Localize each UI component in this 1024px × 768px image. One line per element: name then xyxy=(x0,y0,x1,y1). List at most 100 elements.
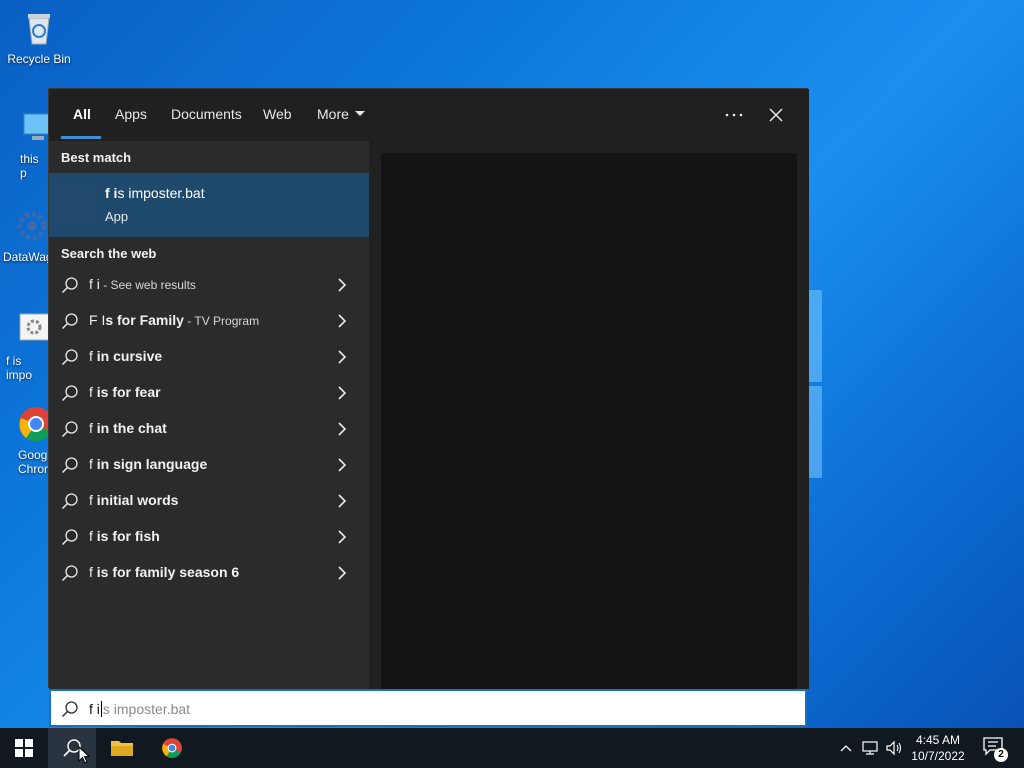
mouse-pointer-icon xyxy=(78,746,90,764)
clock-date: 10/7/2022 xyxy=(911,749,965,763)
chevron-right-icon xyxy=(338,350,347,364)
preview-area xyxy=(381,153,797,689)
text-cursor xyxy=(100,701,102,717)
recycle-bin-icon xyxy=(19,8,59,48)
chevron-right-icon xyxy=(338,494,347,508)
chevron-right-icon xyxy=(338,386,347,400)
close-icon xyxy=(769,108,783,122)
chevron-right-icon xyxy=(338,458,347,472)
chevron-right-icon xyxy=(338,566,347,580)
network-icon xyxy=(862,741,878,755)
network-button[interactable] xyxy=(860,738,880,758)
chevron-right-icon xyxy=(338,422,347,436)
desktop-icon-recycle-bin[interactable]: Recycle Bin xyxy=(1,8,77,66)
show-hidden-icons-button[interactable] xyxy=(836,738,856,758)
desktop-icon-label: Goog Chron xyxy=(18,448,48,476)
desktop-icon-label: DataWag xyxy=(3,250,48,264)
search-panel: All Apps Documents Web More Best match f… xyxy=(48,88,809,689)
search-icon xyxy=(61,277,78,294)
desktop-icon-label: f is impo xyxy=(6,354,33,382)
tab-more[interactable]: More xyxy=(317,89,365,141)
volume-button[interactable] xyxy=(884,738,904,758)
web-result-item[interactable]: f is for fish xyxy=(49,519,369,555)
chevron-up-icon xyxy=(840,745,852,752)
search-icon xyxy=(61,457,78,474)
web-result-item[interactable]: f initial words xyxy=(49,483,369,519)
start-button[interactable] xyxy=(0,728,48,768)
desktop-icon-datawag[interactable]: DataWag xyxy=(0,206,48,264)
best-match-title: f is imposter.bat xyxy=(105,185,205,201)
clock[interactable]: 4:45 AM 10/7/2022 xyxy=(906,732,970,764)
close-button[interactable] xyxy=(760,99,792,131)
search-query: f is imposter.bat xyxy=(89,701,191,717)
start-icon xyxy=(15,739,33,757)
web-result-item[interactable]: f i - See web results xyxy=(49,267,369,303)
file-explorer-button[interactable] xyxy=(98,728,146,768)
search-tabs: All Apps Documents Web More xyxy=(49,89,809,141)
tab-documents[interactable]: Documents xyxy=(171,89,242,141)
search-icon xyxy=(61,385,78,402)
web-result-text: f is for family season 6 xyxy=(89,564,240,580)
tab-apps[interactable]: Apps xyxy=(115,89,147,141)
wallpaper-logo-pane xyxy=(808,290,822,382)
tab-more-label: More xyxy=(317,106,349,122)
search-icon xyxy=(61,313,78,330)
desktop-icon-label: this p xyxy=(20,152,39,180)
web-result-text: f is for fish xyxy=(89,528,160,544)
web-result-item[interactable]: f in cursive xyxy=(49,339,369,375)
chevron-right-icon xyxy=(338,530,347,544)
best-match-item[interactable]: f is imposter.bat App xyxy=(49,173,369,237)
wallpaper-logo-pane xyxy=(808,386,822,478)
desktop-icon-f-is-imposter[interactable]: f is impo xyxy=(0,310,48,382)
chevron-right-icon xyxy=(338,314,347,328)
app-icon xyxy=(59,185,93,219)
chevron-down-icon xyxy=(354,110,365,116)
results-pane: Best match f is imposter.bat App Search … xyxy=(49,141,369,689)
active-tab-indicator xyxy=(61,136,101,139)
web-result-item[interactable]: F Is for Family - TV Program xyxy=(49,303,369,339)
web-result-text: F Is for Family - TV Program xyxy=(89,312,260,328)
web-result-item[interactable]: f in sign language xyxy=(49,447,369,483)
ellipsis-icon xyxy=(725,113,743,117)
notification-badge: 2 xyxy=(994,748,1008,762)
taskbar: 4:45 AM 10/7/2022 2 xyxy=(0,728,1024,768)
web-result-text: f initial words xyxy=(89,492,179,508)
search-icon xyxy=(61,349,78,366)
computer-icon xyxy=(18,108,48,148)
chrome-icon xyxy=(162,738,182,758)
more-options-button[interactable] xyxy=(718,99,750,131)
search-icon xyxy=(61,493,78,510)
tab-web[interactable]: Web xyxy=(263,89,292,141)
best-match-heading: Best match xyxy=(61,150,132,165)
desktop-icon-google-chrome[interactable]: Goog Chron xyxy=(0,404,48,476)
search-icon xyxy=(61,565,78,582)
chrome-button[interactable] xyxy=(148,728,196,768)
gear-icon xyxy=(12,206,48,246)
preview-pane xyxy=(369,141,809,689)
web-result-text: f in the chat xyxy=(89,420,167,436)
file-explorer-icon xyxy=(111,741,133,756)
web-result-text: f i - See web results xyxy=(89,276,196,292)
search-icon xyxy=(61,529,78,546)
search-web-heading: Search the web xyxy=(61,246,157,261)
web-result-text: f is for fear xyxy=(89,384,161,400)
taskbar-search-button[interactable] xyxy=(48,728,96,768)
tab-all[interactable]: All xyxy=(73,89,91,141)
search-input[interactable]: f is imposter.bat xyxy=(49,689,807,727)
desktop-icon-label: Recycle Bin xyxy=(7,52,71,66)
chevron-right-icon xyxy=(338,278,347,292)
batch-file-icon xyxy=(16,310,48,350)
best-match-subtitle: App xyxy=(105,209,129,224)
chrome-icon xyxy=(16,404,48,444)
web-result-item[interactable]: f in the chat xyxy=(49,411,369,447)
action-center-button[interactable]: 2 xyxy=(980,734,1008,762)
search-icon xyxy=(61,701,78,718)
web-result-item[interactable]: f is for family season 6 xyxy=(49,555,369,591)
speaker-icon xyxy=(886,740,902,756)
web-result-text: f in cursive xyxy=(89,348,163,364)
search-icon xyxy=(61,421,78,438)
desktop-icon-this-pc[interactable]: this p xyxy=(0,108,48,180)
web-result-item[interactable]: f is for fear xyxy=(49,375,369,411)
clock-time: 4:45 AM xyxy=(915,733,961,747)
search-autocomplete: s imposter.bat xyxy=(102,701,191,717)
